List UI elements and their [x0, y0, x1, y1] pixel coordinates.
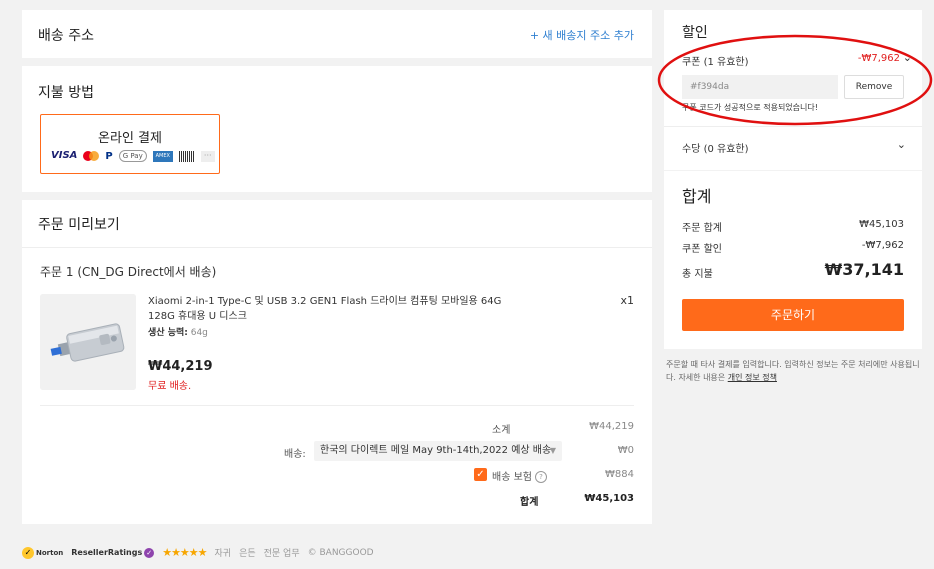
allowance-label: 수당 (0 유효한)	[682, 144, 749, 155]
shipping-method-value: 한국의 다이렉트 메일 May 9th-14th,2022 예상 배송	[320, 445, 552, 456]
order-label: 주문 1 (CN_DG Direct에서 배송)	[40, 265, 217, 279]
footer-link[interactable]: 전문 업무	[264, 546, 300, 559]
total-pay-label: 총 지불	[682, 269, 713, 280]
norton-label: Norton	[36, 548, 64, 557]
chevron-down-icon[interactable]: ⌄	[897, 138, 906, 151]
copyright: © BANGGOOD	[307, 547, 374, 558]
shipping-value: ₩0	[617, 445, 634, 456]
payment-method-card: 지불 방법 온라인 결제 VISA P G Pay AMEX ···	[22, 66, 652, 192]
order-preview-card: 주문 미리보기 주문 1 (CN_DG Direct에서 배송) Xiaomi …	[22, 200, 652, 524]
product-quantity: x1	[620, 294, 634, 307]
discount-title: 할인	[682, 25, 708, 41]
online-payment-label: 온라인 결제	[98, 131, 162, 146]
product-name[interactable]: Xiaomi 2-in-1 Type-C 및 USB 3.2 GEN1 Flas…	[148, 294, 528, 324]
paypal-icon: P	[105, 150, 113, 162]
mastercard-icon	[83, 151, 100, 161]
privacy-note-text: 주문할 때 타사 결제를 입력합니다. 입력하신 정보는 주문 처리에만 사용됩…	[666, 360, 920, 382]
verified-icon: ✓	[144, 547, 155, 558]
insurance-value: ₩884	[605, 469, 634, 480]
footer-link[interactable]: 자귀	[215, 546, 232, 559]
total-value: ₩45,103	[584, 493, 634, 504]
spec-label: 생산 능력:	[148, 328, 188, 338]
resellerratings-badge[interactable]: ResellerRatings ✓	[71, 547, 155, 558]
coupon-discount-value: -₩7,962	[861, 240, 904, 251]
rating-stars: ★★★★★	[162, 546, 207, 559]
usb-drive-icon	[40, 294, 136, 390]
order-preview-title: 주문 미리보기	[38, 217, 120, 233]
insurance-checkbox[interactable]: ✓	[474, 468, 487, 481]
add-address-link[interactable]: + 새 배송지 주소 추가	[530, 27, 634, 43]
total-pay-value: ₩37,141	[824, 260, 904, 279]
shipping-label: 배송:	[284, 449, 306, 460]
barcode-icon	[178, 150, 195, 162]
chevron-down-icon[interactable]: ⌄	[903, 51, 912, 64]
online-payment-option[interactable]: 온라인 결제 VISA P G Pay AMEX ···	[40, 114, 220, 174]
order-total-value: ₩45,103	[859, 219, 904, 230]
coupon-discount-label: 쿠폰 할인	[682, 244, 722, 255]
more-icon: ···	[200, 150, 215, 162]
discount-card: 할인 쿠폰 (1 유효한) -₩7,962 ⌄ #f394da Remove 쿠…	[664, 10, 922, 170]
insurance-text: 배송 보험	[492, 472, 532, 483]
free-shipping-label: 무료 배송.	[148, 381, 192, 392]
subtotal-value: ₩44,219	[589, 421, 634, 432]
coupon-value: -₩7,962	[857, 53, 900, 64]
insurance-label: 배송 보험?	[492, 468, 547, 483]
chevron-down-icon: ▼	[549, 446, 556, 455]
order-total-label: 주문 합계	[682, 223, 722, 234]
coupon-code-field[interactable]: #f394da	[682, 75, 838, 99]
product-image[interactable]	[40, 294, 136, 390]
remove-coupon-button[interactable]: Remove	[844, 75, 904, 99]
order-total-card: 합계 주문 합계 ₩45,103 쿠폰 할인 -₩7,962 총 지불 ₩37,…	[664, 171, 922, 349]
google-pay-icon: G Pay	[118, 150, 147, 162]
help-icon[interactable]: ?	[534, 471, 547, 483]
amex-icon: AMEX	[152, 150, 173, 162]
coupon-label: 쿠폰 (1 유효한)	[682, 57, 749, 68]
spec-value: 64g	[190, 328, 208, 338]
resellerratings-label: ResellerRatings	[71, 548, 143, 557]
product-spec: 생산 능력: 64g	[148, 325, 208, 338]
total-title: 합계	[682, 187, 712, 206]
payment-logos: VISA P G Pay AMEX ···	[51, 150, 215, 162]
privacy-policy-link[interactable]: 개인 정보 정책	[728, 373, 777, 382]
footer-link[interactable]: 은든	[239, 546, 256, 559]
shipping-address-card: 배송 주소 + 새 배송지 주소 추가	[22, 10, 652, 58]
divider	[664, 126, 922, 127]
divider	[40, 405, 634, 406]
shipping-method-select[interactable]: 한국의 다이렉트 메일 May 9th-14th,2022 예상 배송 ▼	[314, 441, 562, 461]
product-price: ₩44,219	[148, 359, 213, 374]
place-order-button[interactable]: 주문하기	[682, 299, 904, 331]
norton-check-icon: ✓	[22, 546, 34, 559]
coupon-success-message: 쿠폰 코드가 성공적으로 적용되었습니다!	[682, 103, 818, 112]
footer: ✓ Norton ResellerRatings ✓ ★★★★★ 자귀 은든 전문 …	[22, 546, 374, 559]
divider	[22, 247, 652, 248]
norton-badge[interactable]: ✓ Norton	[22, 546, 64, 559]
total-label: 합계	[520, 497, 539, 508]
subtotal-label: 소계	[492, 425, 511, 436]
shipping-address-title: 배송 주소	[38, 28, 94, 44]
payment-method-title: 지불 방법	[38, 85, 94, 101]
privacy-note: 주문할 때 타사 결제를 입력합니다. 입력하신 정보는 주문 처리에만 사용됩…	[666, 358, 920, 384]
visa-icon: VISA	[51, 150, 78, 161]
